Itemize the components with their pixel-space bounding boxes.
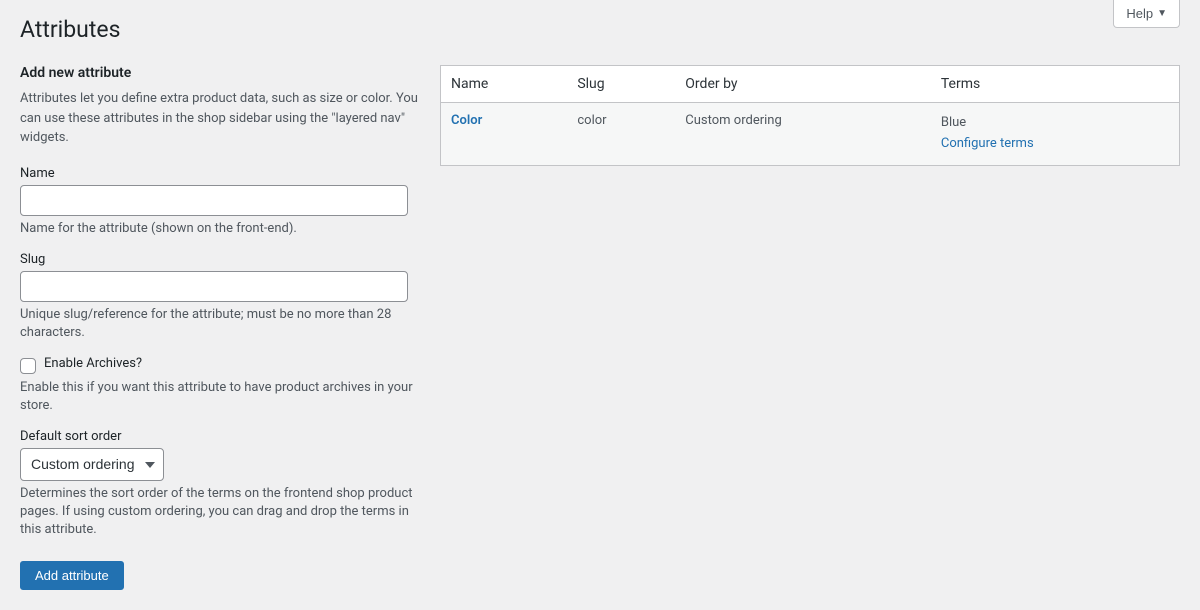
add-attribute-form: Add new attribute Attributes let you def… (20, 65, 420, 590)
enable-archives-checkbox[interactable] (20, 358, 36, 374)
sort-order-label: Default sort order (20, 429, 420, 444)
slug-input[interactable] (20, 271, 408, 302)
form-section-title: Add new attribute (20, 65, 420, 81)
enable-archives-label[interactable]: Enable Archives? (44, 356, 142, 371)
form-intro-text: Attributes let you define extra product … (20, 89, 420, 148)
sort-order-select[interactable]: Custom ordering (20, 448, 164, 480)
help-label: Help (1126, 6, 1153, 21)
slug-description: Unique slug/reference for the attribute;… (20, 306, 420, 342)
help-tab-toggle[interactable]: Help ▼ (1113, 0, 1180, 28)
add-attribute-button[interactable]: Add attribute (20, 561, 124, 590)
col-header-terms: Terms (931, 66, 1180, 103)
attribute-terms-text: Blue (941, 115, 966, 130)
name-description: Name for the attribute (shown on the fro… (20, 220, 420, 238)
attributes-table: Name Slug Order by Terms Color color Cus… (440, 65, 1180, 166)
attribute-order-cell: Custom ordering (675, 103, 931, 166)
attribute-slug-cell: color (567, 103, 675, 166)
enable-archives-description: Enable this if you want this attribute t… (20, 379, 420, 415)
name-input[interactable] (20, 185, 408, 216)
sort-order-description: Determines the sort order of the terms o… (20, 485, 420, 540)
name-label: Name (20, 166, 420, 181)
attribute-name-link[interactable]: Color (451, 113, 482, 128)
col-header-order: Order by (675, 66, 931, 103)
table-row: Color color Custom ordering Blue Configu… (441, 103, 1180, 166)
configure-terms-link[interactable]: Configure terms (941, 136, 1034, 151)
triangle-down-icon: ▼ (1157, 8, 1167, 19)
slug-label: Slug (20, 252, 420, 267)
col-header-slug: Slug (567, 66, 675, 103)
page-title: Attributes (20, 10, 1180, 53)
col-header-name: Name (441, 66, 568, 103)
